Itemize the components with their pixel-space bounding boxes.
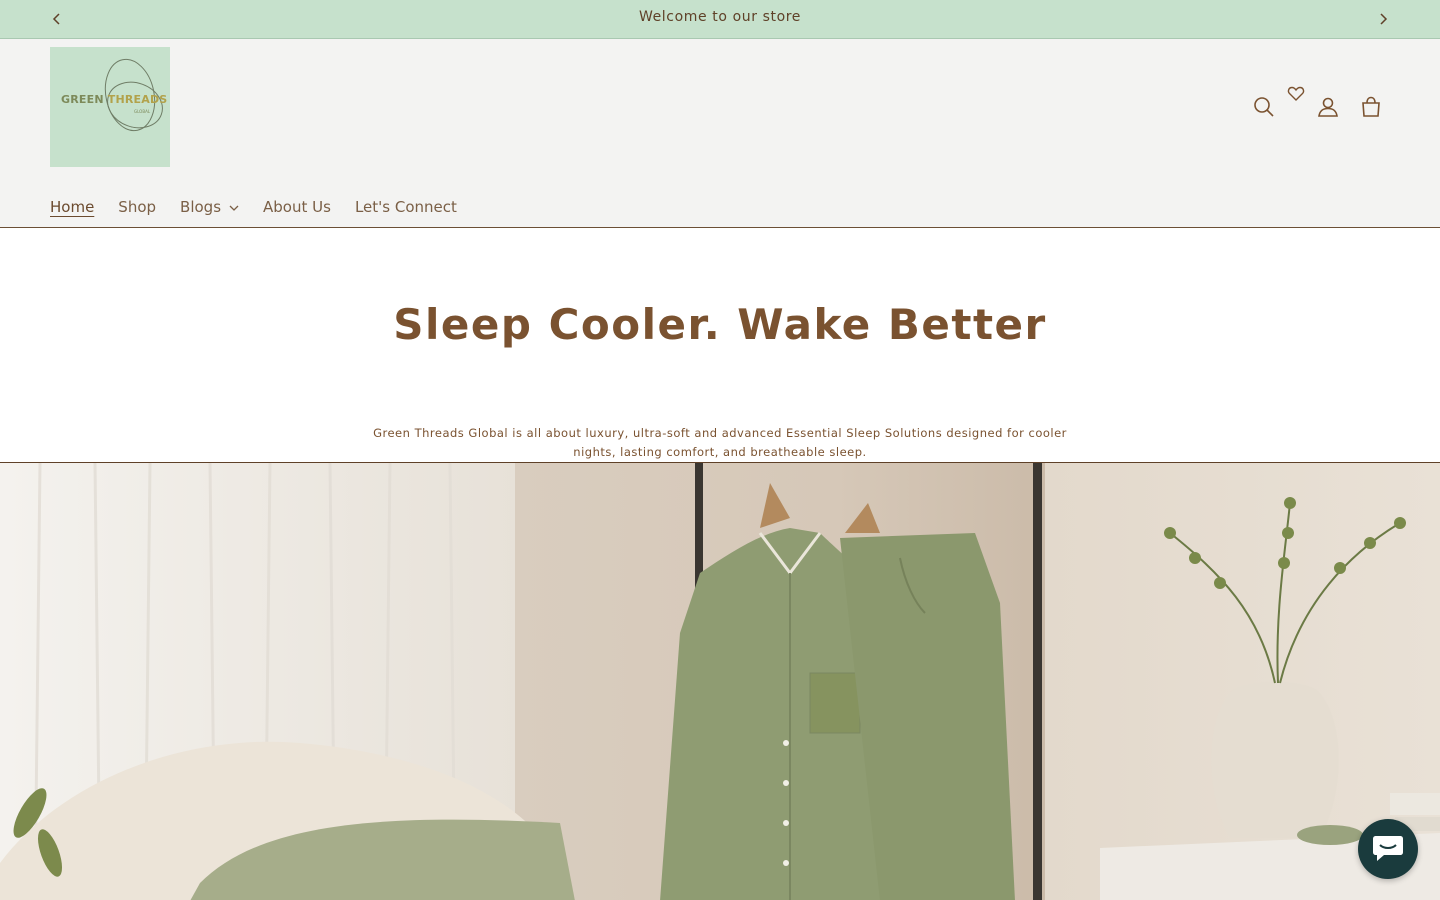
nav-item-label: Let's Connect: [354, 198, 457, 216]
chevron-down-icon: [229, 198, 239, 216]
nav-item-label: About Us: [263, 198, 331, 216]
chat-bubble-icon: [1373, 836, 1403, 861]
main-nav: Home Shop Blogs About Us Let's Connect: [50, 196, 481, 218]
logo-swirl-icon: [104, 58, 163, 132]
heart-icon[interactable]: [1286, 84, 1306, 104]
nav-item-home[interactable]: Home: [50, 198, 94, 216]
site-header: GREEN THREADS GLOBAL Home Shop Blogs Abo…: [0, 39, 1440, 228]
nav-item-label: Shop: [118, 198, 157, 216]
nav-item-lets-connect[interactable]: Let's Connect: [355, 198, 457, 216]
cart-icon[interactable]: [1358, 94, 1384, 120]
nav-item-shop[interactable]: Shop: [118, 198, 156, 216]
announcement-message: Welcome to our store: [638, 9, 802, 25]
logo-word-green: GREEN: [61, 93, 104, 106]
announcement-bar: Welcome to our store: [0, 0, 1440, 39]
logo[interactable]: GREEN THREADS GLOBAL: [50, 47, 170, 167]
chevron-right-icon[interactable]: [1373, 9, 1393, 29]
nav-item-label: Blogs: [180, 198, 222, 216]
account-icon[interactable]: [1315, 94, 1341, 120]
hero-description: Green Threads Global is all about luxury…: [373, 426, 1067, 459]
bedroom-pajamas-illustration: [0, 463, 1440, 900]
nav-item-label: Home: [50, 198, 95, 216]
nav-item-blogs[interactable]: Blogs: [180, 198, 239, 216]
chat-button[interactable]: [1358, 819, 1418, 879]
search-icon[interactable]: [1251, 94, 1277, 120]
logo-sub-text: GLOBAL: [134, 109, 151, 114]
hero-title: Sleep Cooler. Wake Better: [393, 300, 1047, 349]
logo-word-threads: THREADS: [107, 93, 168, 106]
logo-text: GREEN THREADS: [61, 93, 167, 106]
hero-image: [0, 462, 1440, 900]
nav-item-about-us[interactable]: About Us: [263, 198, 331, 216]
